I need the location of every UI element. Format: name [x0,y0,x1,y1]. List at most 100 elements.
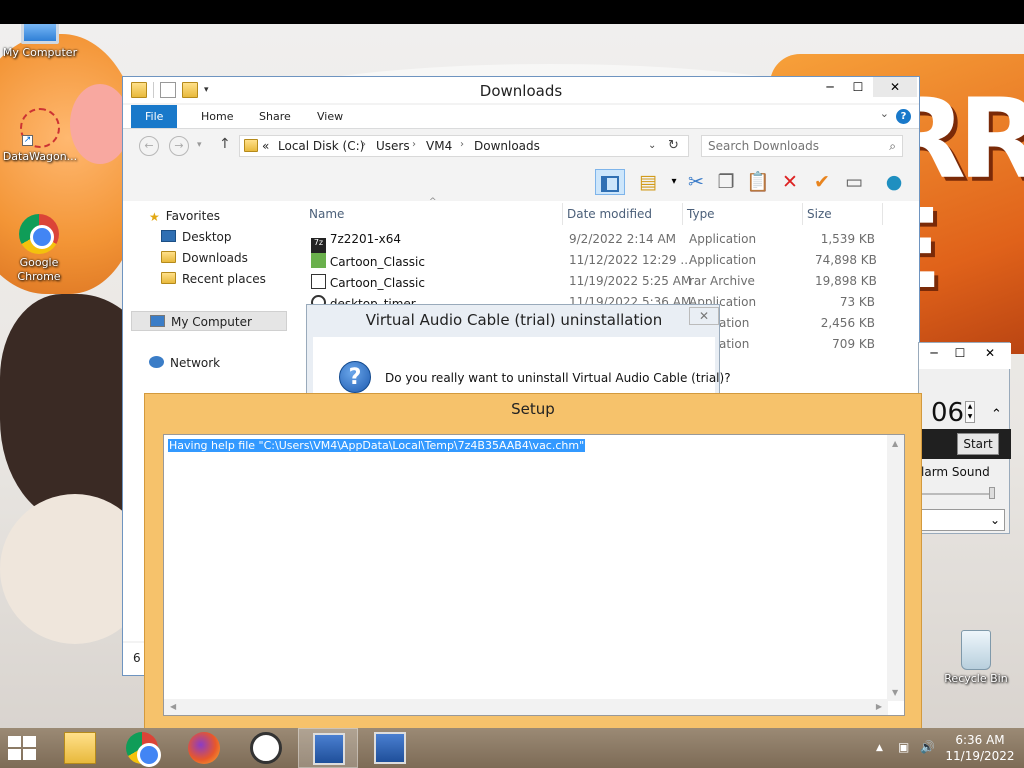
start-button[interactable]: Start [957,433,999,455]
up-arrow-icon[interactable]: ↑ [219,136,231,152]
file-row[interactable]: 7z 7z2201-x64 9/2/2022 2:14 AM Applicati… [305,229,905,253]
maximize-button[interactable]: ☐ [843,77,873,97]
scroll-up-icon[interactable]: ▲ [892,439,898,448]
network-icon[interactable]: ▣ [898,740,909,754]
explorer-titlebar[interactable]: ▾ Downloads ─ ☐ ✕ [123,77,919,103]
tab-home[interactable]: Home [187,105,247,128]
column-header-name[interactable]: Name [305,203,563,225]
nav-network[interactable]: Network [149,353,220,373]
desktop-icon-datawagon[interactable]: ↗ DataWagon... [0,108,80,164]
taskbar-setup-app[interactable] [298,728,358,768]
log-line-selected[interactable]: Having help file "C:\Users\VM4\AppData\L… [168,439,586,452]
volume-icon[interactable]: 🔊 [920,740,935,754]
search-icon[interactable]: ⌕ [889,139,896,154]
forward-button[interactable]: → [169,136,189,156]
address-bar[interactable]: « Local Disk (C:) › Users › VM4 › Downlo… [239,135,689,157]
alarm-sound-label: larm Sound [921,465,990,479]
close-button[interactable]: ✕ [873,77,917,97]
file-type: rar Archive [689,274,755,288]
refresh-icon[interactable]: ↻ [668,138,679,153]
system-clock[interactable]: 6:36 AM 11/19/2022 [940,732,1020,764]
copy-icon[interactable]: ❐ [713,169,739,195]
desktop-icon-label: My Computer [2,46,78,59]
cut-icon[interactable]: ✂ [683,169,709,195]
address-row: ← → ▾ ↑ « Local Disk (C:) › Users › VM4 … [123,133,919,159]
address-dropdown-icon[interactable]: ⌄ [648,140,656,151]
column-header-date[interactable]: Date modified [563,203,683,225]
scroll-down-icon[interactable]: ▼ [892,688,898,697]
breadcrumb-vm4[interactable]: VM4 [426,139,452,153]
tab-view[interactable]: View [303,105,357,128]
file-row[interactable]: Cartoon_Classic 11/19/2022 5:25 AM rar A… [305,271,905,292]
taskbar-desktop-timer[interactable] [236,728,296,768]
preview-pane-icon[interactable] [595,169,625,195]
nav-my-computer[interactable]: My Computer [131,311,287,331]
scroll-left-icon[interactable]: ◀ [170,702,176,711]
volume-slider-handle[interactable] [989,487,995,499]
paste-icon[interactable]: 📋 [745,169,771,195]
seconds-spinner[interactable]: ▲ ▼ [965,401,975,423]
desktop-icon-recycle-bin[interactable]: Recycle Bin [936,630,1016,686]
computer-icon [21,24,59,44]
clock-icon [250,732,282,764]
file-size: 1,539 KB [820,232,875,246]
file-explorer-icon [64,732,96,764]
breadcrumb-users[interactable]: Users [376,139,410,153]
volume-slider[interactable] [921,493,995,495]
file-type: Application [689,232,757,246]
show-hidden-icons-icon[interactable]: ▲ [876,743,883,753]
setup-log[interactable]: Having help file "C:\Users\VM4\AppData\L… [163,434,905,716]
network-icon [149,356,164,368]
windows-logo-icon [8,736,21,747]
delete-icon[interactable]: ✕ [777,169,803,195]
breadcrumb-local-disk[interactable]: Local Disk (C:) [278,139,364,153]
close-button[interactable]: ✕ [689,307,719,325]
taskbar-file-explorer[interactable] [50,728,110,768]
taskbar: ▲ ▣ 🔊 6:36 AM 11/19/2022 [0,728,1024,768]
nav-favorites[interactable]: ★ Favorites [149,206,220,226]
horizontal-scrollbar[interactable]: ◀ ▶ [164,699,888,715]
file-row[interactable]: Cartoon_Classic 11/12/2022 12:29 ... App… [305,250,905,271]
command-toolbar: ▤ ▾ ✂ ❐ 📋 ✕ ✔ ▭ ● [123,163,919,199]
search-input[interactable] [708,139,878,153]
rename-icon[interactable]: ▭ [841,169,867,195]
nav-desktop[interactable]: Desktop [161,227,232,247]
globe-icon[interactable]: ● [881,169,907,195]
back-button[interactable]: ← [139,136,159,156]
checkmark-icon[interactable]: ✔ [809,169,835,195]
clock-time: 6:36 AM [955,733,1005,747]
scroll-right-icon[interactable]: ▶ [876,702,882,711]
vertical-scrollbar[interactable]: ▲ ▼ [887,435,904,701]
desktop-icon-my-computer[interactable]: My Computer [0,24,80,60]
breadcrumb-prefix[interactable]: « [262,139,269,153]
maximize-button[interactable]: ☐ [945,343,975,363]
desktop-icon-google-chrome[interactable]: Google Chrome [0,214,79,284]
taskbar-firefox[interactable] [174,728,234,768]
column-header-type[interactable]: Type [683,203,803,225]
taskbar-google-chrome[interactable] [112,728,172,768]
timer-titlebar[interactable]: ─ ☐ ✕ [919,343,1011,369]
breadcrumb-downloads[interactable]: Downloads [474,139,540,153]
taskbar-setup-app-2[interactable] [360,728,420,768]
collapse-up-icon[interactable]: ⌃ [991,407,1002,422]
nav-downloads[interactable]: Downloads [161,248,248,268]
help-icon[interactable]: ? [896,109,911,124]
folder-check-icon[interactable]: ▤ [635,169,661,195]
ribbon-collapse-icon[interactable]: ⌄ [880,107,889,120]
minimize-button[interactable]: ─ [815,77,845,97]
breadcrumb-separator: › [460,139,464,150]
file-date: 11/19/2022 5:25 AM [569,274,692,288]
tab-share[interactable]: Share [245,105,305,128]
recent-locations-icon[interactable]: ▾ [197,140,202,150]
file-size: 2,456 KB [820,316,875,330]
desktop-icon [161,230,176,242]
chrome-icon [126,732,161,767]
start-button[interactable] [8,736,38,760]
close-button[interactable]: ✕ [975,343,1005,363]
tab-file[interactable]: File [131,105,178,128]
alarm-sound-select[interactable]: ⌄ [921,509,1005,531]
file-type: ation [719,337,750,351]
nav-recent-places[interactable]: Recent places [161,269,266,289]
search-box[interactable]: ⌕ [701,135,903,157]
column-header-size[interactable]: Size [803,203,883,225]
